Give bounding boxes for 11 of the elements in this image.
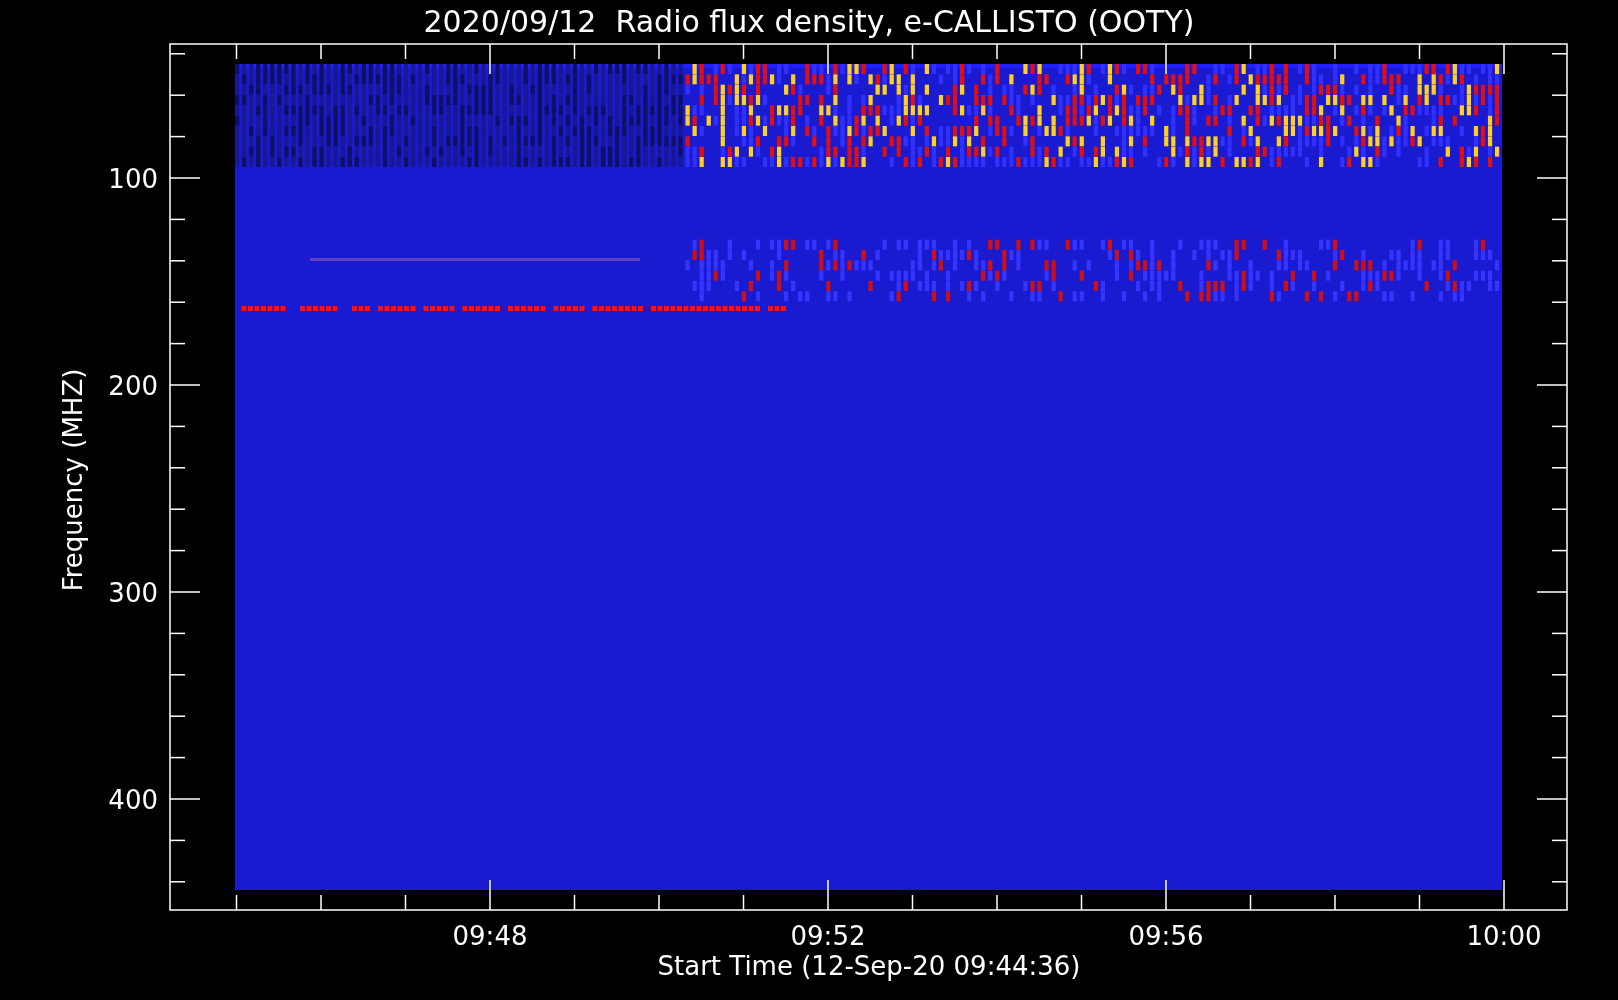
x-tick-label: 09:56 (1128, 921, 1204, 951)
x-axis-label: Start Time (12-Sep-20 09:44:36) (657, 951, 1081, 981)
x-tick-label: 09:52 (790, 921, 866, 951)
y-axis-label: Frequency (MHZ) (58, 368, 88, 592)
x-tick-label: 09:48 (452, 921, 528, 951)
y-tick-label: 300 (108, 578, 158, 608)
chart-title: 2020/09/12 Radio flux density, e-CALLISTO (OOTY) (423, 4, 1195, 39)
y-tick-label: 100 (108, 164, 158, 194)
x-tick-label: 10:00 (1466, 921, 1542, 951)
y-tick-label: 400 (108, 785, 158, 815)
y-tick-label: 200 (108, 371, 158, 401)
